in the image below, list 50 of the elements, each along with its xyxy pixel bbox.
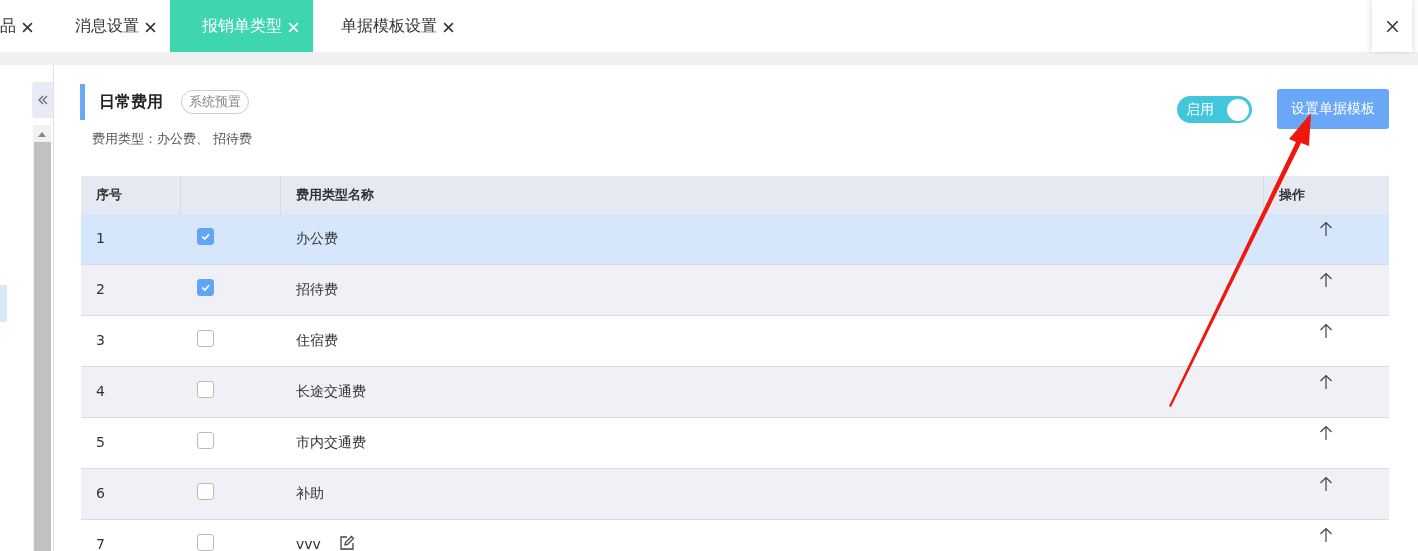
expense-name: 住宿费 xyxy=(296,332,338,350)
check-icon xyxy=(200,231,211,242)
close-icon[interactable] xyxy=(443,21,454,33)
table-row[interactable]: 4 长途交通费 xyxy=(81,367,1389,418)
move-up-icon[interactable] xyxy=(1319,425,1333,441)
expense-name: 补助 xyxy=(296,485,324,503)
table-row[interactable]: 1 办公费 xyxy=(81,214,1389,265)
row-number: 3 xyxy=(96,332,105,348)
tab[interactable]: 消息设置 xyxy=(47,0,170,52)
expense-types-text: 费用类型：办公费、 招待费 xyxy=(92,130,253,148)
row-number: 2 xyxy=(96,281,105,297)
table-row[interactable]: 6 补助 xyxy=(81,469,1389,520)
expense-name: 招待费 xyxy=(296,281,338,299)
column-header: 操作 xyxy=(1278,186,1306,204)
row-number: 7 xyxy=(96,536,105,551)
move-up-icon[interactable] xyxy=(1319,476,1333,492)
expense-name: 市内交通费 xyxy=(296,434,366,452)
checkbox[interactable] xyxy=(197,483,214,500)
move-up-icon[interactable] xyxy=(1319,527,1333,543)
move-up-icon[interactable] xyxy=(1319,221,1333,237)
scroll-up-icon[interactable] xyxy=(38,131,46,137)
section-title: 日常费用 xyxy=(99,91,163,113)
expense-name: 长途交通费 xyxy=(296,383,366,401)
selected-indicator xyxy=(0,285,7,322)
close-icon[interactable] xyxy=(145,21,156,33)
checkbox[interactable] xyxy=(197,228,214,245)
edit-icon[interactable] xyxy=(338,535,355,551)
row-number: 5 xyxy=(96,434,105,450)
double-chevron-icon xyxy=(36,94,49,106)
collapse-button[interactable] xyxy=(32,82,53,118)
checkbox[interactable] xyxy=(197,330,214,347)
move-up-icon[interactable] xyxy=(1319,374,1333,390)
move-up-icon[interactable] xyxy=(1319,323,1333,339)
accent-bar xyxy=(80,84,85,120)
check-icon xyxy=(200,282,211,293)
tab[interactable]: 品 xyxy=(0,0,47,52)
row-number: 1 xyxy=(96,230,105,246)
move-up-icon[interactable] xyxy=(1319,272,1333,288)
close-icon[interactable] xyxy=(22,21,33,33)
checkbox[interactable] xyxy=(197,432,214,449)
expense-name: vvv xyxy=(296,536,321,551)
tab[interactable]: 单据模板设置 xyxy=(313,0,468,52)
checkbox[interactable] xyxy=(197,381,214,398)
checkbox[interactable] xyxy=(197,534,214,551)
expense-name: 办公费 xyxy=(296,230,338,248)
close-icon xyxy=(1385,19,1399,33)
checkbox[interactable] xyxy=(197,279,214,296)
row-number: 4 xyxy=(96,383,105,399)
table-row[interactable]: 2 招待费 xyxy=(81,265,1389,316)
row-number: 6 xyxy=(96,485,105,501)
